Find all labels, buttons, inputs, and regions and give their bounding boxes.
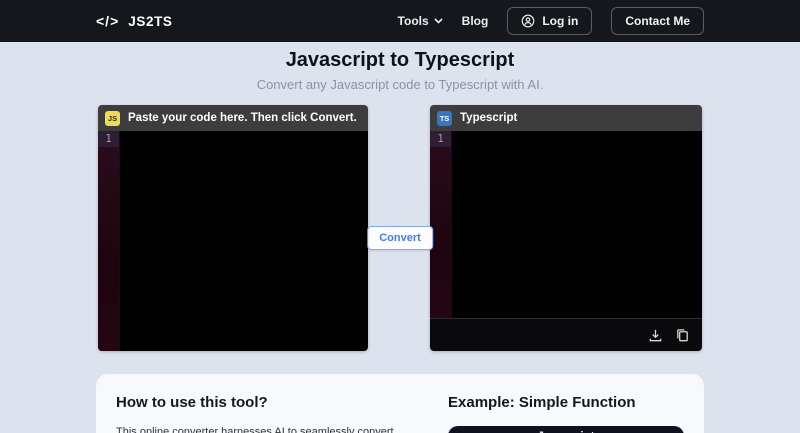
logo[interactable]: </> JS2TS — [96, 13, 173, 29]
info-section: How to use this tool? This online conver… — [96, 374, 704, 433]
copy-button[interactable] — [675, 328, 690, 343]
ts-editor-header: TS Typescript — [430, 105, 702, 131]
example-title: Example: Simple Function — [448, 394, 636, 411]
copy-icon — [677, 328, 688, 341]
ts-code-area[interactable] — [451, 131, 702, 318]
login-button-label: Log in — [542, 14, 579, 28]
js-editor-panel: JS Paste your code here. Then click Conv… — [98, 105, 368, 351]
contact-button[interactable]: Contact Me — [611, 7, 704, 35]
js-line-gutter: 1 — [98, 131, 119, 351]
nav-blog-label: Blog — [461, 14, 489, 28]
example-code-block: Javascript — [448, 426, 684, 433]
how-to-column: How to use this tool? This online conver… — [116, 394, 412, 433]
nav-item-blog[interactable]: Blog — [462, 14, 489, 28]
js-badge-icon: JS — [105, 110, 120, 126]
code-logo-icon: </> — [96, 13, 120, 29]
example-column: Example: Simple Function Javascript — [448, 394, 684, 433]
nav-item-tools[interactable]: Tools — [398, 14, 443, 28]
js-editor-header: JS Paste your code here. Then click Conv… — [98, 105, 368, 131]
hero-section: Javascript to Typescript Convert any Jav… — [0, 42, 800, 92]
convert-button[interactable]: Convert — [367, 226, 433, 250]
contact-button-label: Contact Me — [625, 14, 690, 28]
js-code-input[interactable]: 1 — [98, 131, 368, 351]
ts-code-output[interactable]: 1 — [430, 131, 702, 318]
page-subtitle: Convert any Javascript code to Typescrip… — [256, 77, 544, 92]
ts-badge-icon: TS — [437, 110, 452, 126]
line-number: 1 — [98, 131, 119, 147]
navbar-menu: Tools Blog Log in Contact Me — [398, 7, 704, 35]
ts-editor-toolbar — [430, 318, 702, 351]
logo-text: JS2TS — [128, 13, 173, 29]
how-to-title: How to use this tool? — [116, 394, 268, 411]
login-button[interactable]: Log in — [507, 7, 593, 35]
ts-editor-panel: TS Typescript 1 — [430, 105, 702, 351]
converter-area: JS Paste your code here. Then click Conv… — [98, 105, 702, 351]
navbar-inner: </> JS2TS Tools Blog Log in Contact Me — [96, 7, 704, 35]
top-navbar: </> JS2TS Tools Blog Log in Contact Me — [0, 0, 800, 42]
chevron-down-icon — [434, 18, 443, 24]
nav-tools-label: Tools — [397, 14, 429, 28]
js-code-area[interactable] — [119, 131, 368, 351]
ts-editor-title: Typescript — [460, 112, 518, 124]
download-button[interactable] — [648, 328, 663, 343]
js-editor-title: Paste your code here. Then click Convert… — [128, 112, 357, 124]
ts-line-gutter: 1 — [430, 131, 451, 318]
how-to-text: This online converter harnesses AI to se… — [116, 426, 394, 433]
line-number: 1 — [430, 131, 451, 147]
page-title: Javascript to Typescript — [285, 49, 515, 71]
user-circle-icon — [521, 14, 535, 28]
download-icon — [649, 329, 662, 341]
